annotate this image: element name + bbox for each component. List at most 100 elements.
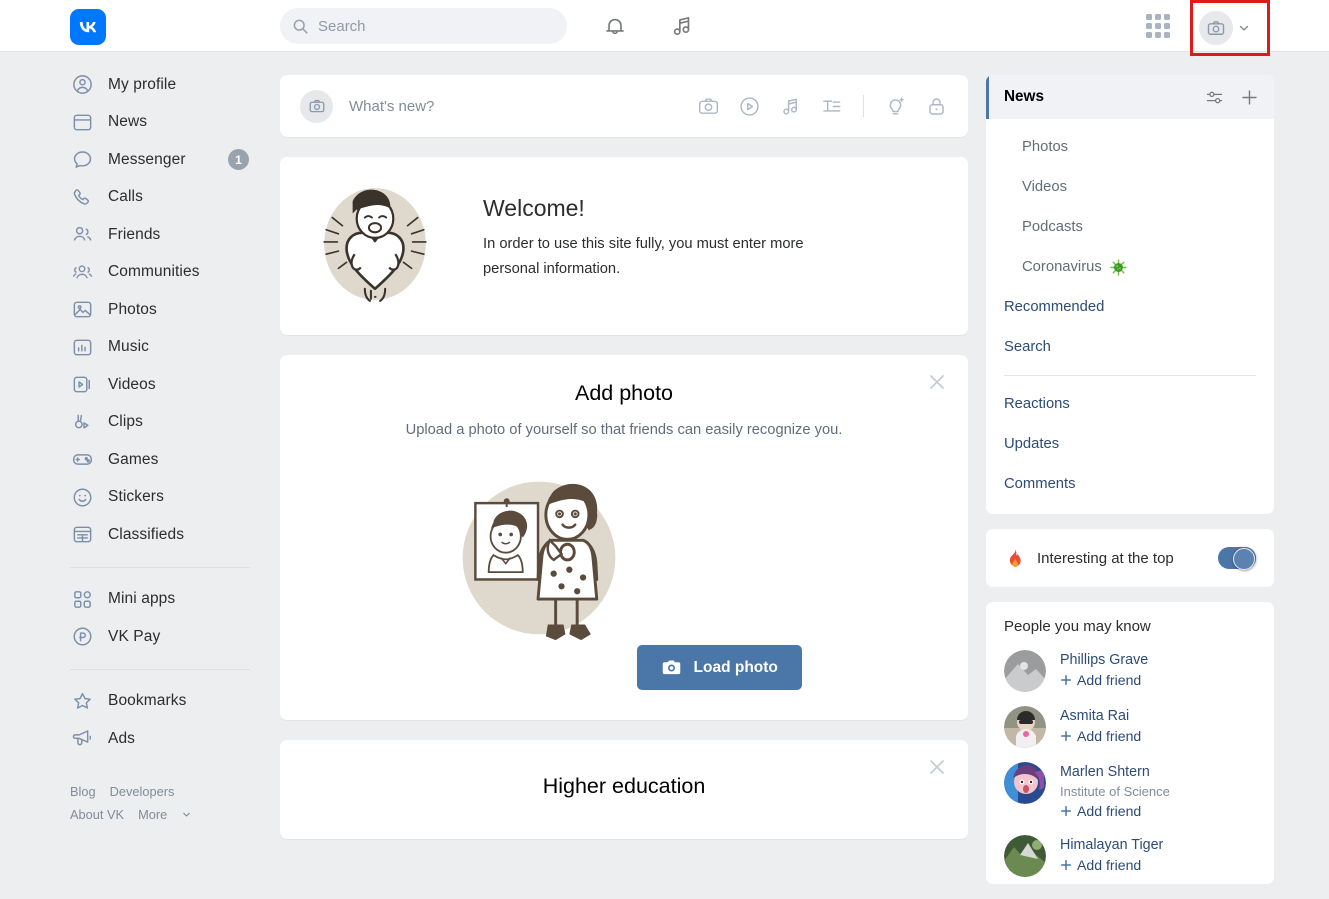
news-nav-coronavirus[interactable]: Coronavirus bbox=[986, 247, 1274, 287]
sidebar-item-messenger[interactable]: Messenger 1 bbox=[0, 141, 280, 179]
news-nav-comments[interactable]: Comments bbox=[986, 464, 1274, 504]
composer-attachments bbox=[697, 95, 948, 118]
avatar[interactable] bbox=[1004, 835, 1046, 877]
chat-bubble-icon bbox=[70, 148, 94, 172]
virus-icon bbox=[1110, 258, 1127, 276]
sidebar-item-videos[interactable]: Videos bbox=[0, 366, 280, 404]
news-icon bbox=[70, 110, 94, 134]
news-nav-podcasts[interactable]: Podcasts bbox=[986, 207, 1274, 247]
text-icon[interactable] bbox=[820, 95, 843, 118]
chevron-down-icon bbox=[183, 812, 191, 817]
sidebar-item-games[interactable]: Games bbox=[0, 441, 280, 479]
load-photo-label: Load photo bbox=[693, 658, 778, 676]
sidebar-item-label: Mini apps bbox=[108, 590, 176, 608]
music-note-icon[interactable] bbox=[779, 95, 802, 118]
news-nav-reactions[interactable]: Reactions bbox=[986, 384, 1274, 424]
sidebar-item-label: Stickers bbox=[108, 488, 164, 506]
plus-icon[interactable] bbox=[1239, 87, 1260, 108]
news-nav-videos[interactable]: Videos bbox=[986, 167, 1274, 207]
interesting-toggle-card: Interesting at the top bbox=[986, 529, 1274, 587]
bell-icon[interactable] bbox=[602, 13, 628, 39]
sidebar-item-communities[interactable]: Communities bbox=[0, 254, 280, 292]
music-player-icon bbox=[70, 335, 94, 359]
avatar[interactable] bbox=[1004, 706, 1046, 748]
pymk-name[interactable]: Himalayan Tiger bbox=[1060, 836, 1163, 855]
add-friend-button[interactable]: Add friend bbox=[1060, 726, 1141, 746]
sidebar-item-my-profile[interactable]: My profile bbox=[0, 66, 280, 104]
add-friend-button[interactable]: Add friend bbox=[1060, 670, 1148, 690]
sidebar-item-friends[interactable]: Friends bbox=[0, 216, 280, 254]
add-photo-title: Add photo bbox=[574, 381, 674, 405]
footer-link-blog[interactable]: Blog bbox=[70, 784, 96, 799]
sidebar-item-calls[interactable]: Calls bbox=[0, 179, 280, 217]
sliders-icon[interactable] bbox=[1204, 87, 1225, 108]
news-nav-divider bbox=[1004, 375, 1256, 376]
list-item: Himalayan Tiger Add friend bbox=[986, 828, 1274, 884]
sidebar-footer: Blog Developers About VK More bbox=[0, 780, 280, 826]
messenger-unread-badge: 1 bbox=[228, 149, 249, 171]
camera-icon[interactable] bbox=[697, 95, 720, 118]
sidebar-item-photos[interactable]: Photos bbox=[0, 291, 280, 329]
interesting-toggle[interactable] bbox=[1218, 547, 1256, 570]
close-icon[interactable] bbox=[928, 758, 946, 776]
close-icon[interactable] bbox=[928, 373, 946, 391]
gamepad-icon bbox=[70, 448, 94, 472]
list-item: Marlen Shtern Institute of Science Add f… bbox=[986, 755, 1274, 828]
music-note-icon[interactable] bbox=[669, 13, 695, 39]
pymk-name[interactable]: Asmita Rai bbox=[1060, 707, 1141, 726]
sidebar-item-clips[interactable]: Clips bbox=[0, 404, 280, 442]
apps-grid-icon[interactable] bbox=[1146, 14, 1170, 38]
post-composer-card: What's new? bbox=[280, 75, 968, 137]
avatar[interactable] bbox=[1004, 650, 1046, 692]
news-panel-nav: Photos Videos Podcasts Coronavirus Recom… bbox=[986, 119, 1274, 514]
footer-link-about-vk[interactable]: About VK bbox=[70, 807, 124, 822]
smiley-icon bbox=[70, 485, 94, 509]
sidebar-item-classifieds[interactable]: Classifieds bbox=[0, 516, 280, 554]
vk-pay-icon bbox=[70, 625, 94, 649]
sidebar-item-news[interactable]: News bbox=[0, 104, 280, 142]
news-nav-recommended[interactable]: Recommended bbox=[986, 287, 1274, 327]
plus-icon bbox=[1060, 730, 1072, 742]
news-panel-header: News bbox=[986, 75, 1274, 119]
add-photo-subtitle: Upload a photo of yourself so that frien… bbox=[405, 422, 843, 438]
news-nav-label: Updates bbox=[1004, 436, 1060, 452]
lock-icon[interactable] bbox=[925, 95, 948, 118]
sidebar-item-bookmarks[interactable]: Bookmarks bbox=[0, 683, 280, 721]
footer-link-more[interactable]: More bbox=[138, 807, 167, 822]
sidebar-item-stickers[interactable]: Stickers bbox=[0, 479, 280, 517]
sidebar-item-vk-pay[interactable]: VK Pay bbox=[0, 618, 280, 656]
add-friend-button[interactable]: Add friend bbox=[1060, 801, 1170, 821]
search-box[interactable] bbox=[280, 8, 567, 44]
sidebar-item-label: Ads bbox=[108, 729, 136, 747]
avatar[interactable] bbox=[1004, 762, 1046, 804]
sidebar-item-label: News bbox=[108, 113, 148, 131]
pymk-name[interactable]: Phillips Grave bbox=[1060, 651, 1148, 670]
sidebar-item-music[interactable]: Music bbox=[0, 329, 280, 367]
pymk-title: People you may know bbox=[1004, 618, 1151, 635]
sidebar-item-label: Clips bbox=[108, 413, 143, 431]
search-input[interactable] bbox=[318, 11, 548, 41]
idea-icon[interactable] bbox=[884, 95, 907, 118]
top-header bbox=[0, 0, 1329, 56]
people-you-may-know-card: People you may know Phillips Grave Add f… bbox=[986, 602, 1274, 884]
sidebar-item-label: Bookmarks bbox=[108, 692, 187, 710]
news-nav-photos[interactable]: Photos bbox=[986, 127, 1274, 167]
list-item: Phillips Grave Add friend bbox=[986, 643, 1274, 699]
sidebar-item-mini-apps[interactable]: Mini apps bbox=[0, 581, 280, 619]
footer-link-developers[interactable]: Developers bbox=[110, 784, 175, 799]
video-play-icon[interactable] bbox=[738, 95, 761, 118]
news-nav-search[interactable]: Search bbox=[986, 327, 1274, 367]
vk-logo-icon[interactable] bbox=[70, 9, 106, 45]
news-nav-label: Coronavirus bbox=[1022, 259, 1102, 275]
account-menu-button[interactable] bbox=[1190, 0, 1270, 56]
news-nav-updates[interactable]: Updates bbox=[986, 424, 1274, 464]
sidebar-item-ads[interactable]: Ads bbox=[0, 720, 280, 758]
news-nav-label: Podcasts bbox=[1022, 219, 1083, 235]
post-input-placeholder[interactable]: What's new? bbox=[349, 98, 697, 115]
news-nav-label: Comments bbox=[1004, 476, 1076, 492]
toggle-knob bbox=[1234, 547, 1256, 569]
add-friend-button[interactable]: Add friend bbox=[1060, 855, 1163, 875]
add-photo-illustration bbox=[462, 481, 616, 641]
load-photo-button[interactable]: Load photo bbox=[636, 645, 802, 690]
pymk-name[interactable]: Marlen Shtern bbox=[1060, 763, 1170, 782]
